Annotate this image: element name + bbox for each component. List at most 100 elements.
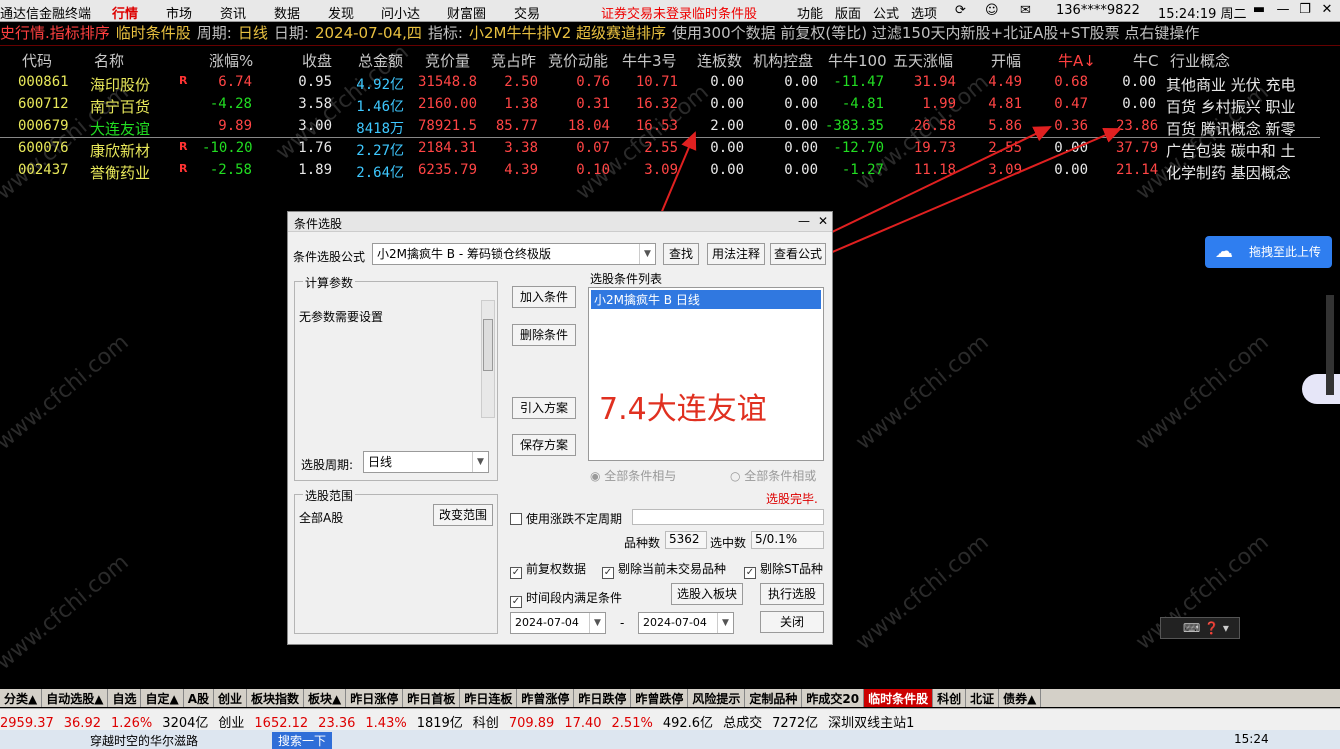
condition-select-dialog: 条件选股 — ✕ 条件选股公式 小2M擒疯牛 B - 筹码锁仓终极版 ▼ 查找 用…	[287, 211, 833, 645]
cond-list-item[interactable]: 小2M擒疯牛 B 日线	[591, 290, 821, 309]
status-item: 创业	[218, 716, 245, 731]
bottom-tab[interactable]: 北证	[966, 689, 1000, 707]
check-icon: ✓	[510, 567, 522, 579]
chevron-down-icon: ▼	[639, 244, 655, 264]
cond-list[interactable]: 小2M擒疯牛 B 日线 7.4大连友谊	[588, 287, 824, 461]
status-item: 709.89	[508, 716, 555, 731]
status-item: 深圳双线主站1	[828, 716, 915, 731]
close-button[interactable]: 关闭	[760, 611, 824, 633]
annotation-text: 7.4大连友谊	[599, 392, 767, 427]
status-item: 1819亿	[416, 716, 463, 731]
bottom-tab[interactable]: 创业	[214, 689, 248, 707]
chevron-down-icon: ▼	[472, 452, 488, 472]
bottom-tab[interactable]: 昨曾涨停	[517, 689, 575, 707]
period-satisfy-label: 时间段内满足条件	[526, 591, 623, 605]
bottom-tab[interactable]: 自动选股▲	[42, 689, 109, 707]
change-range-button[interactable]: 改变范围	[433, 504, 493, 526]
count-value: 5362	[665, 531, 707, 549]
bottom-tab[interactable]: 风险提示	[688, 689, 746, 707]
fq-label: 前复权数据	[526, 562, 587, 576]
calc-params-label: 计算参数	[303, 274, 356, 291]
status-item: 7272亿	[772, 716, 819, 731]
taskbar-clock: 15:24	[1234, 732, 1269, 746]
formula-label: 条件选股公式	[293, 250, 366, 264]
date-to-value: 2024-07-04	[643, 616, 707, 629]
bottom-tab[interactable]: 昨日涨停	[346, 689, 404, 707]
no-params-text: 无参数需要设置	[299, 310, 384, 324]
period-select[interactable]: 日线 ▼	[363, 451, 489, 473]
bottom-tab[interactable]: 分类▲	[0, 689, 43, 707]
import-plan-button[interactable]: 引入方案	[512, 397, 576, 419]
ime-toolbar[interactable]: ⌨ ❓ ▾	[1160, 617, 1240, 639]
bottom-tab[interactable]: 债券▲	[999, 689, 1042, 707]
view-formula-button[interactable]: 查看公式	[770, 243, 826, 265]
to-block-button[interactable]: 选股入板块	[671, 583, 743, 605]
taskbar-search-button[interactable]: 搜索一下	[272, 732, 333, 749]
chevron-down-icon: ▼	[589, 613, 605, 633]
use-period-checkbox[interactable]: 使用涨跌不定周期	[510, 510, 622, 527]
status-item: 科创	[472, 716, 499, 731]
status-item: 23.36	[318, 716, 356, 731]
exclude-st-checkbox[interactable]: ✓ 剔除ST品种	[744, 560, 823, 579]
dialog-close-icon[interactable]: ✕	[818, 214, 828, 228]
bottom-tab[interactable]: 昨曾跌停	[631, 689, 689, 707]
bottom-tab[interactable]: A股	[184, 689, 215, 707]
scrollbar[interactable]	[1326, 295, 1334, 395]
bottom-tab[interactable]: 临时条件股	[864, 689, 934, 707]
bottom-tab[interactable]: 自定▲	[141, 689, 184, 707]
radio-and[interactable]: ◉ 全部条件相与	[590, 467, 676, 484]
bottom-tab[interactable]: 昨日连板	[460, 689, 518, 707]
execute-button[interactable]: 执行选股	[760, 583, 824, 605]
count-label: 品种数	[624, 536, 661, 550]
exclude-untraded-label: 剔除当前未交易品种	[618, 562, 727, 576]
add-condition-button[interactable]: 加入条件	[512, 286, 576, 308]
dialog-title-bar[interactable]: 条件选股 — ✕	[288, 212, 832, 232]
selected-label: 选中数	[710, 536, 747, 550]
done-text: 选股完毕.	[766, 492, 818, 506]
bottom-tab[interactable]: 昨成交20	[802, 689, 865, 707]
upload-button[interactable]: ☁ 拖拽至此上传	[1205, 236, 1332, 268]
range-value: 全部A股	[299, 511, 344, 525]
bottom-tab[interactable]: 板块指数	[247, 689, 305, 707]
dialog-minimize-icon[interactable]: —	[798, 214, 810, 228]
period-input[interactable]	[632, 509, 824, 525]
dialog-title: 条件选股	[294, 217, 343, 231]
exclude-untraded-checkbox[interactable]: ✓ 剔除当前未交易品种	[602, 560, 726, 579]
check-icon: ✓	[744, 567, 756, 579]
bottom-tab[interactable]: 昨日跌停	[574, 689, 632, 707]
scroll-thumb[interactable]	[483, 319, 493, 371]
params-scrollbar[interactable]	[481, 300, 495, 418]
assistant-icon[interactable]	[1302, 374, 1340, 404]
bottom-tab[interactable]: 昨日首板	[403, 689, 461, 707]
period-satisfy-checkbox[interactable]: ✓ 时间段内满足条件	[510, 589, 622, 608]
formula-select[interactable]: 小2M擒疯牛 B - 筹码锁仓终极版 ▼	[372, 243, 656, 265]
status-item: 1652.12	[254, 716, 309, 731]
checkbox-icon	[510, 513, 522, 525]
exclude-st-label: 剔除ST品种	[760, 562, 823, 576]
chevron-down-icon: ▼	[717, 613, 733, 633]
formula-select-value: 小2M擒疯牛 B - 筹码锁仓终极版	[377, 247, 551, 261]
check-icon: ✓	[510, 596, 522, 608]
bottom-tab[interactable]: 板块▲	[304, 689, 347, 707]
fq-checkbox[interactable]: ✓ 前复权数据	[510, 560, 586, 579]
bottom-tabs: 分类▲ 自动选股▲ 自选 自定▲ A股 创业 板块指数 板块▲ 昨日涨停 昨日首板 昨日连板 昨曾涨停…	[0, 689, 1340, 707]
delete-condition-button[interactable]: 删除条件	[512, 324, 576, 346]
bottom-tab[interactable]: 科创	[933, 689, 967, 707]
status-item: 2.51%	[611, 716, 653, 731]
use-period-label: 使用涨跌不定周期	[526, 512, 623, 526]
find-button[interactable]: 查找	[663, 243, 699, 265]
cond-list-label: 选股条件列表	[590, 272, 663, 286]
save-plan-button[interactable]: 保存方案	[512, 434, 576, 456]
radio-or[interactable]: ○ 全部条件相或	[730, 467, 816, 484]
usage-button[interactable]: 用法注释	[707, 243, 765, 265]
status-item: 3204亿	[162, 716, 209, 731]
taskbar-search-text[interactable]: 穿越时空的华尔滋路	[90, 732, 260, 749]
date-from-select[interactable]: 2024-07-04 ▼	[510, 612, 606, 634]
bottom-tab[interactable]: 定制品种	[745, 689, 803, 707]
upload-button-label: 拖拽至此上传	[1249, 245, 1322, 259]
status-item: 1.26%	[110, 716, 153, 731]
taskbar: 穿越时空的华尔滋路 搜索一下 15:24	[0, 730, 1340, 749]
date-to-select[interactable]: 2024-07-04 ▼	[638, 612, 734, 634]
bottom-tab[interactable]: 自选	[108, 689, 142, 707]
radio-or-label: 全部条件相或	[744, 469, 817, 483]
